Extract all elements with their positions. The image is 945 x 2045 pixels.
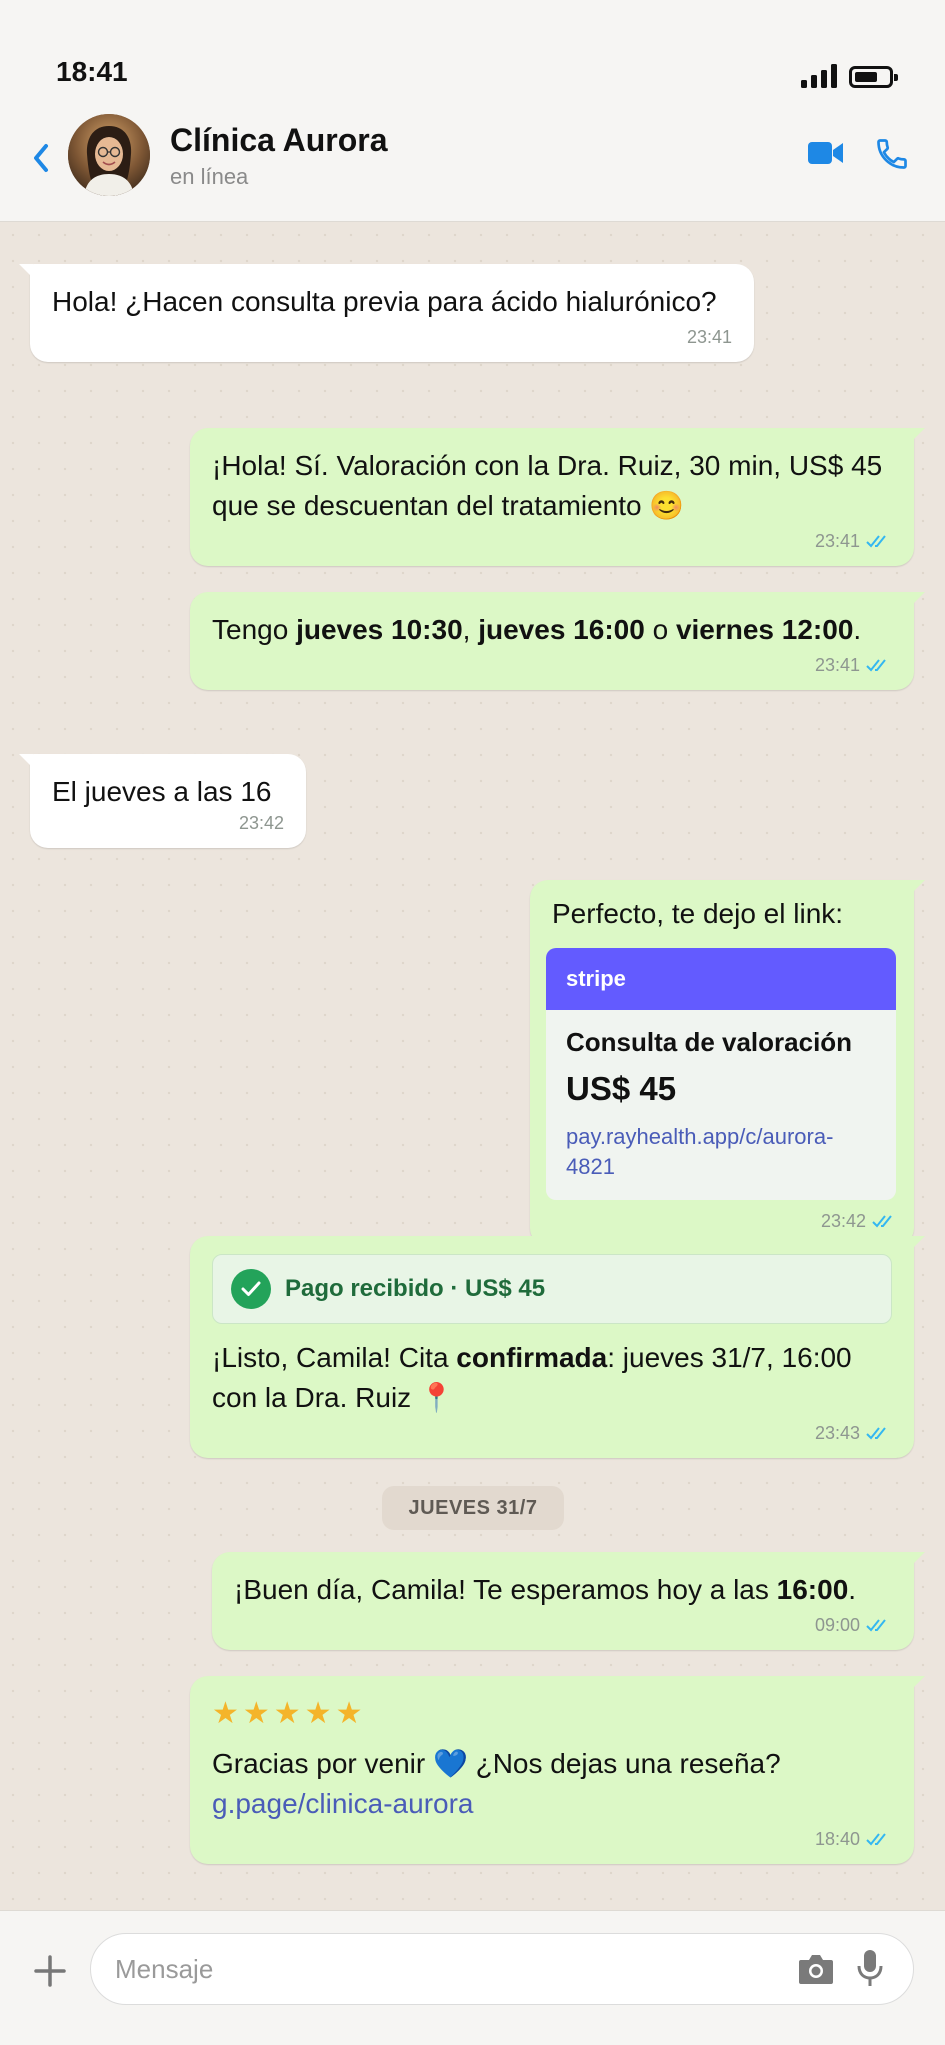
status-icons (801, 64, 898, 88)
message-meta: 09:00 (234, 1614, 892, 1636)
payment-amount: US$ 45 (566, 1070, 677, 1107)
message-meta: 23:42 (52, 812, 284, 834)
avatar[interactable] (68, 114, 150, 196)
voice-call-button[interactable] (874, 136, 910, 172)
message-text: ¡Buen día, Camila! Te esperamos hoy a la… (234, 1574, 857, 1605)
double-check-icon (872, 1215, 892, 1228)
slot-option: viernes 12:00 (675, 614, 854, 645)
message-input[interactable] (115, 1934, 775, 2004)
date-separator: JUEVES 31/7 (382, 1486, 564, 1530)
chat-area[interactable]: Hola! ¿Hacen consulta previa para ácido … (0, 222, 945, 1910)
message-bubble-outgoing[interactable]: ¡Buen día, Camila! Te esperamos hoy a la… (212, 1552, 925, 1650)
double-check-icon (866, 535, 886, 548)
back-button[interactable] (24, 136, 58, 180)
chat-header: 18:41 Clínica Aurora en línea (0, 0, 945, 222)
message-bubble-outgoing[interactable]: Perfecto, te dejo el link: stripe Consul… (530, 880, 925, 1246)
avatar-image (68, 114, 150, 196)
microphone-icon (857, 1950, 883, 1986)
message-time: 23:43 (814, 1423, 860, 1443)
payment-title: Consulta de valoración (566, 1027, 853, 1057)
message-meta: 23:41 (212, 654, 892, 676)
payment-received-text: Pago recibido · US$ 45 (285, 1275, 546, 1302)
message-bubble-outgoing[interactable]: ★★★★★ Gracias por venir 💙 ¿Nos dejas una… (190, 1676, 925, 1864)
message-text: ¡Hola! Sí. Valoración con la Dra. Ruiz, … (212, 450, 883, 521)
confirmed-label: confirmada (456, 1342, 608, 1373)
message-time: 23:41 (814, 531, 860, 551)
message-meta: 23:42 (552, 1210, 898, 1232)
contact-status: en línea (170, 164, 249, 189)
camera-icon (799, 1955, 833, 1984)
video-call-button[interactable] (808, 140, 844, 166)
message-time: 23:42 (820, 1211, 866, 1231)
message-meta: 23:41 (52, 326, 732, 348)
message-text: El jueves a las 16 (52, 776, 272, 807)
message-meta: 23:41 (212, 530, 892, 552)
signal-icon (801, 64, 837, 88)
message-meta: 18:40 (212, 1828, 892, 1850)
payment-received-banner: Pago recibido · US$ 45 (212, 1254, 892, 1324)
camera-button[interactable] (797, 1952, 835, 1986)
message-bubble-outgoing[interactable]: Pago recibido · US$ 45 ¡Listo, Camila! C… (190, 1236, 925, 1458)
message-time: 18:40 (814, 1829, 860, 1849)
payment-link-card[interactable]: stripe Consulta de valoración US$ 45 pay… (546, 948, 896, 1200)
message-bubble-incoming[interactable]: El jueves a las 16 23:42 (19, 754, 306, 848)
double-check-icon (866, 1427, 886, 1440)
payment-link[interactable]: pay.rayhealth.app/c/aurora-4821 (566, 1122, 876, 1182)
check-circle-icon (231, 1269, 271, 1309)
message-time: 23:41 (814, 655, 860, 675)
review-link[interactable]: g.page/clinica-aurora (212, 1784, 892, 1824)
plus-icon (34, 1955, 66, 1987)
stripe-brand: stripe (546, 948, 896, 1010)
contact-name[interactable]: Clínica Aurora (170, 122, 388, 159)
phone-icon (877, 139, 907, 169)
rating-stars: ★★★★★ (212, 1697, 367, 1730)
composer-bar (0, 1910, 945, 2045)
message-text: Hola! ¿Hacen consulta previa para ácido … (52, 286, 717, 317)
message-text: Gracias por venir 💙 ¿Nos dejas una reseñ… (212, 1748, 781, 1779)
message-bubble-outgoing[interactable]: Tengo jueves 10:30, jueves 16:00 o viern… (190, 592, 925, 690)
slot-option: jueves 16:00 (478, 614, 645, 645)
chevron-left-icon (34, 144, 48, 172)
slot-option: jueves 10:30 (296, 614, 463, 645)
message-text: Perfecto, te dejo el link: (552, 898, 844, 929)
double-check-icon (866, 1833, 886, 1846)
message-text: Tengo jueves 10:30, jueves 16:00 o viern… (212, 614, 862, 645)
message-bubble-outgoing[interactable]: ¡Hola! Sí. Valoración con la Dra. Ruiz, … (190, 428, 925, 566)
status-time: 18:41 (56, 56, 128, 87)
message-text: ¡Listo, Camila! Cita confirmada: jueves … (212, 1342, 852, 1413)
message-field[interactable] (90, 1933, 914, 2005)
double-check-icon (866, 659, 886, 672)
double-check-icon (866, 1619, 886, 1632)
video-camera-icon (808, 142, 843, 164)
attach-button[interactable] (30, 1951, 70, 1991)
message-time: 09:00 (814, 1615, 860, 1635)
message-meta: 23:43 (212, 1422, 892, 1444)
appointment-time: 16:00 (776, 1574, 849, 1605)
battery-icon (849, 66, 898, 88)
message-bubble-incoming[interactable]: Hola! ¿Hacen consulta previa para ácido … (19, 264, 754, 362)
message-time: 23:42 (238, 813, 284, 833)
message-time: 23:41 (686, 327, 732, 347)
microphone-button[interactable] (855, 1948, 885, 1988)
